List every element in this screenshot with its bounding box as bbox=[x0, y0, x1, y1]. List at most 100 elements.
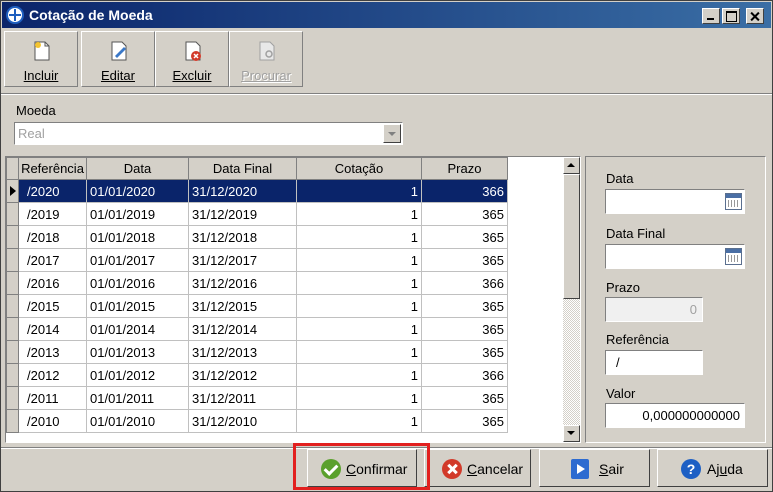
data-field[interactable] bbox=[605, 189, 745, 214]
data-final-cell[interactable]: 31/12/2018 bbox=[188, 225, 297, 249]
cotacao-cell[interactable]: 1 bbox=[296, 179, 422, 203]
moeda-select[interactable]: Real bbox=[14, 122, 403, 145]
row-indicator[interactable] bbox=[6, 225, 19, 249]
data-cell[interactable]: 01/01/2016 bbox=[86, 271, 189, 295]
data-final-cell[interactable]: 31/12/2012 bbox=[188, 363, 297, 387]
data-final-cell[interactable]: 31/12/2019 bbox=[188, 202, 297, 226]
cotacao-cell[interactable]: 1 bbox=[296, 363, 422, 387]
data-cell[interactable]: 01/01/2018 bbox=[86, 225, 189, 249]
referencia-field[interactable]: / bbox=[605, 350, 703, 375]
editar-button[interactable]: Editar bbox=[81, 31, 155, 87]
cotacao-cell[interactable]: 1 bbox=[296, 294, 422, 318]
row-indicator[interactable] bbox=[6, 248, 19, 272]
prazo-cell[interactable]: 365 bbox=[421, 317, 508, 341]
data-final-cell[interactable]: 31/12/2017 bbox=[188, 248, 297, 272]
cancelar-button[interactable]: Cancelar bbox=[424, 449, 531, 487]
prazo-cell[interactable]: 366 bbox=[421, 271, 508, 295]
calendar-icon[interactable] bbox=[725, 193, 742, 210]
referencia-cell[interactable]: /2016 bbox=[18, 271, 87, 295]
data-final-cell[interactable]: 31/12/2020 bbox=[188, 179, 297, 203]
sair-button[interactable]: Sair bbox=[539, 449, 650, 487]
row-indicator[interactable] bbox=[6, 363, 19, 387]
vertical-scrollbar[interactable] bbox=[563, 157, 580, 442]
column-header-data-final[interactable]: Data Final bbox=[188, 157, 297, 180]
table-row[interactable]: /2014 01/01/2014 31/12/2014 1 365 bbox=[6, 317, 508, 341]
calendar-icon[interactable] bbox=[725, 248, 742, 265]
data-cell[interactable]: 01/01/2011 bbox=[86, 386, 189, 410]
cotacao-cell[interactable]: 1 bbox=[296, 317, 422, 341]
data-final-field[interactable] bbox=[605, 244, 745, 269]
table-row[interactable]: /2016 01/01/2016 31/12/2016 1 366 bbox=[6, 271, 508, 295]
title-bar[interactable]: Cotação de Moeda bbox=[2, 2, 771, 28]
referencia-cell[interactable]: /2019 bbox=[18, 202, 87, 226]
row-indicator[interactable] bbox=[6, 386, 19, 410]
maximize-button[interactable] bbox=[722, 8, 740, 24]
cotacao-cell[interactable]: 1 bbox=[296, 271, 422, 295]
referencia-cell[interactable]: /2020 bbox=[18, 179, 87, 203]
prazo-cell[interactable]: 365 bbox=[421, 248, 508, 272]
referencia-cell[interactable]: /2017 bbox=[18, 248, 87, 272]
data-cell[interactable]: 01/01/2015 bbox=[86, 294, 189, 318]
referencia-cell[interactable]: /2012 bbox=[18, 363, 87, 387]
referencia-cell[interactable]: /2013 bbox=[18, 340, 87, 364]
table-row[interactable]: /2013 01/01/2013 31/12/2013 1 365 bbox=[6, 340, 508, 364]
table-row[interactable]: /2012 01/01/2012 31/12/2012 1 366 bbox=[6, 363, 508, 387]
table-row[interactable]: /2017 01/01/2017 31/12/2017 1 365 bbox=[6, 248, 508, 272]
ajuda-button[interactable]: ? Ajuda bbox=[657, 449, 768, 487]
valor-field[interactable]: 0,000000000000 bbox=[605, 403, 745, 428]
prazo-cell[interactable]: 366 bbox=[421, 179, 508, 203]
row-indicator[interactable] bbox=[6, 179, 19, 203]
referencia-cell[interactable]: /2015 bbox=[18, 294, 87, 318]
prazo-cell[interactable]: 365 bbox=[421, 225, 508, 249]
minimize-button[interactable] bbox=[702, 8, 720, 24]
cotacao-cell[interactable]: 1 bbox=[296, 202, 422, 226]
row-indicator[interactable] bbox=[6, 317, 19, 341]
table-row[interactable]: /2010 01/01/2010 31/12/2010 1 365 bbox=[6, 409, 508, 433]
data-cell[interactable]: 01/01/2020 bbox=[86, 179, 189, 203]
row-indicator[interactable] bbox=[6, 409, 19, 433]
data-final-cell[interactable]: 31/12/2010 bbox=[188, 409, 297, 433]
column-header-cotacao[interactable]: Cotação bbox=[296, 157, 422, 180]
cotacao-cell[interactable]: 1 bbox=[296, 409, 422, 433]
referencia-cell[interactable]: /2018 bbox=[18, 225, 87, 249]
row-indicator[interactable] bbox=[6, 340, 19, 364]
cotacao-cell[interactable]: 1 bbox=[296, 386, 422, 410]
chevron-down-icon[interactable] bbox=[383, 124, 401, 143]
data-cell[interactable]: 01/01/2010 bbox=[86, 409, 189, 433]
table-row[interactable]: /2019 01/01/2019 31/12/2019 1 365 bbox=[6, 202, 508, 226]
prazo-field[interactable]: 0 bbox=[605, 297, 703, 322]
referencia-cell[interactable]: /2014 bbox=[18, 317, 87, 341]
prazo-cell[interactable]: 365 bbox=[421, 340, 508, 364]
table-row[interactable]: /2018 01/01/2018 31/12/2018 1 365 bbox=[6, 225, 508, 249]
excluir-button[interactable]: Excluir bbox=[155, 31, 229, 87]
column-header-prazo[interactable]: Prazo bbox=[421, 157, 508, 180]
scroll-up-button[interactable] bbox=[563, 157, 580, 174]
scroll-thumb[interactable] bbox=[563, 174, 580, 299]
data-final-cell[interactable]: 31/12/2015 bbox=[188, 294, 297, 318]
table-row[interactable]: /2015 01/01/2015 31/12/2015 1 365 bbox=[6, 294, 508, 318]
prazo-cell[interactable]: 366 bbox=[421, 363, 508, 387]
table-row[interactable]: /2020 01/01/2020 31/12/2020 1 366 bbox=[6, 179, 508, 203]
data-cell[interactable]: 01/01/2014 bbox=[86, 317, 189, 341]
prazo-cell[interactable]: 365 bbox=[421, 386, 508, 410]
scroll-down-button[interactable] bbox=[563, 425, 580, 442]
column-header-data[interactable]: Data bbox=[86, 157, 189, 180]
data-cell[interactable]: 01/01/2017 bbox=[86, 248, 189, 272]
row-indicator[interactable] bbox=[6, 271, 19, 295]
procurar-button[interactable]: Procurar bbox=[229, 31, 303, 87]
referencia-cell[interactable]: /2010 bbox=[18, 409, 87, 433]
data-cell[interactable]: 01/01/2019 bbox=[86, 202, 189, 226]
column-header-referencia[interactable]: Referência bbox=[18, 157, 87, 180]
data-cell[interactable]: 01/01/2013 bbox=[86, 340, 189, 364]
table-row[interactable]: /2011 01/01/2011 31/12/2011 1 365 bbox=[6, 386, 508, 410]
cotacao-cell[interactable]: 1 bbox=[296, 225, 422, 249]
cotacao-cell[interactable]: 1 bbox=[296, 248, 422, 272]
data-final-cell[interactable]: 31/12/2011 bbox=[188, 386, 297, 410]
referencia-cell[interactable]: /2011 bbox=[18, 386, 87, 410]
row-indicator[interactable] bbox=[6, 202, 19, 226]
data-cell[interactable]: 01/01/2012 bbox=[86, 363, 189, 387]
close-button[interactable] bbox=[746, 8, 764, 24]
prazo-cell[interactable]: 365 bbox=[421, 294, 508, 318]
data-final-cell[interactable]: 31/12/2016 bbox=[188, 271, 297, 295]
data-final-cell[interactable]: 31/12/2013 bbox=[188, 340, 297, 364]
